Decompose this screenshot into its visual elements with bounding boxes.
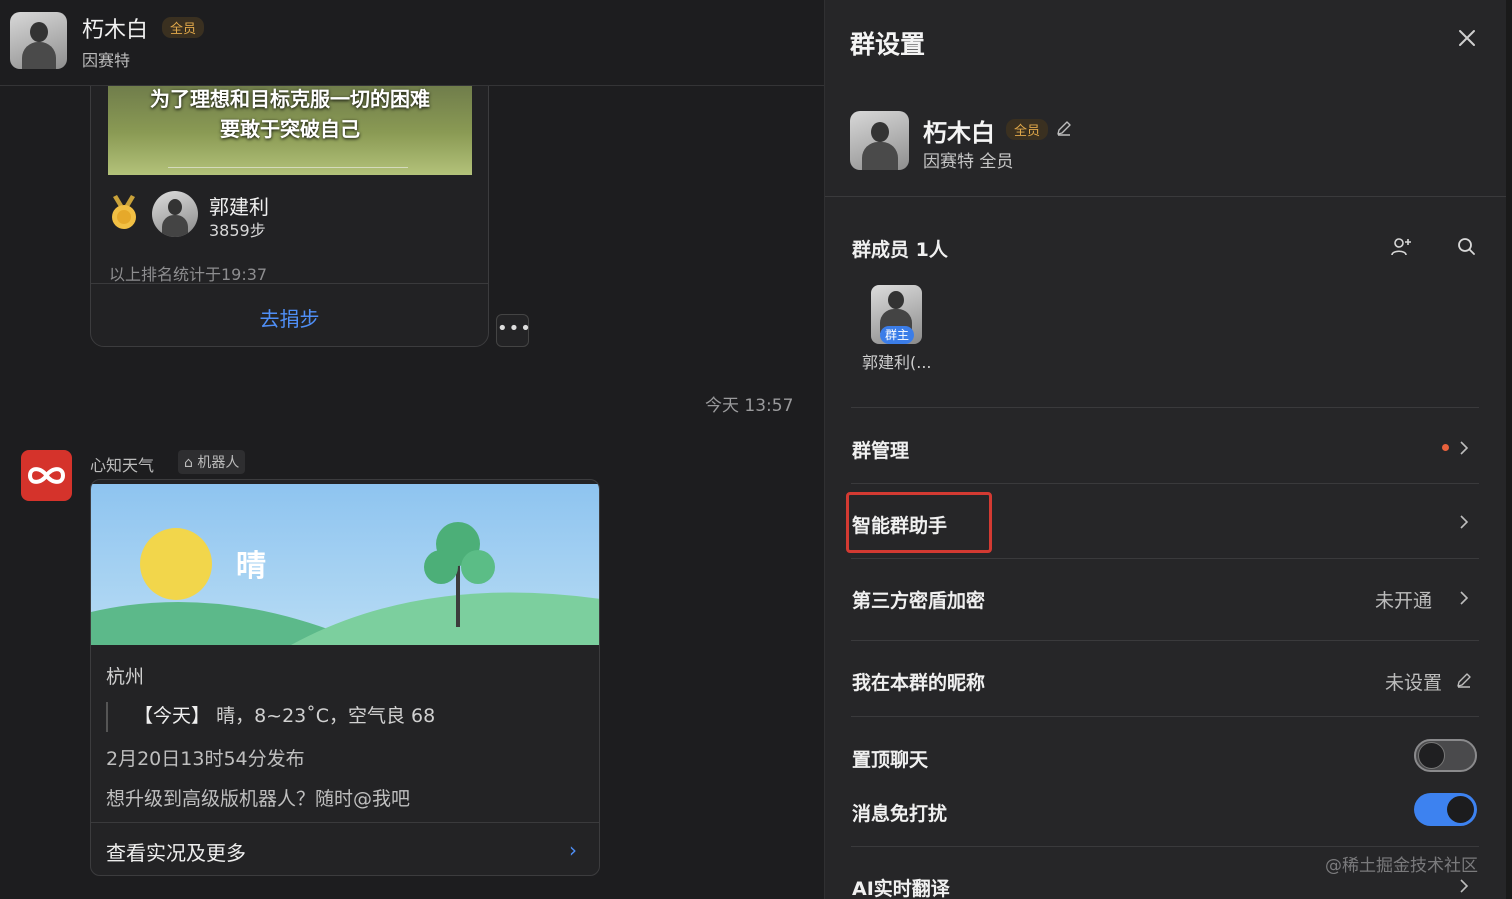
message-more-button[interactable]: ••• — [496, 314, 531, 347]
watermark: @稀土掘金技术社区 — [1325, 856, 1478, 876]
chat-subtitle: 因赛特 — [82, 51, 131, 70]
search-icon[interactable] — [1455, 235, 1477, 257]
group-manage-row[interactable]: 群管理 — [852, 436, 909, 463]
members-title: 群成员 1人 — [852, 239, 948, 261]
group-settings-panel: 群设置 朽木白 全员 因赛特 全员 群成员 1人 群主 郭建利(... 群管理 — [824, 0, 1506, 899]
app-window: 为了理想和目标克服一切的困难 要敢于突破自己 郭建利 3859步 以上排名统计于… — [0, 0, 1512, 899]
ranking-user-name: 郭建利 — [209, 195, 269, 219]
message-timestamp: 今天 13:57 — [705, 396, 794, 416]
weather-upgrade-tip: 想升级到高级版机器人？随时@我吧 — [106, 788, 411, 810]
chat-avatar[interactable] — [10, 12, 67, 69]
group-name: 朽木白 — [923, 119, 995, 147]
panel-title: 群设置 — [850, 30, 926, 59]
all-members-badge: 全员 — [162, 17, 205, 38]
weather-today: 【今天】 晴，8~23˚C，空气良 68 — [106, 702, 435, 732]
close-icon[interactable] — [1455, 26, 1479, 50]
owner-tag: 群主 — [880, 326, 914, 344]
notification-dot — [1442, 444, 1449, 451]
scrollbar[interactable] — [1506, 0, 1512, 899]
group-subtitle: 因赛特 全员 — [923, 152, 1014, 172]
card-divider — [91, 283, 488, 284]
nickname-value: 未设置 — [1385, 672, 1443, 694]
banner-line2: 要敢于突破自己 — [220, 117, 360, 141]
chevron-right-icon[interactable] — [1458, 878, 1470, 894]
group-badge: 全员 — [1006, 119, 1049, 140]
infinity-logo-icon — [27, 467, 66, 484]
chevron-right-icon[interactable]: › — [569, 838, 577, 862]
mute-row: 消息免打扰 — [852, 803, 948, 825]
chat-title: 朽木白 — [82, 18, 149, 43]
ranking-banner-image: 为了理想和目标克服一切的困难 要敢于突破自己 — [108, 81, 472, 175]
ranking-user-steps: 3859步 — [209, 221, 266, 240]
bot-tag: ⌂ 机器人 — [178, 450, 246, 474]
step-ranking-card: 为了理想和目标克服一切的困难 要敢于突破自己 郭建利 3859步 以上排名统计于… — [90, 60, 489, 347]
today-forecast: 晴，8~23˚C，空气良 68 — [216, 705, 436, 727]
nickname-row[interactable]: 我在本群的昵称 — [852, 668, 985, 695]
weather-illustration: 晴 — [91, 484, 599, 645]
row-divider — [851, 483, 1479, 484]
chevron-right-icon[interactable] — [1458, 514, 1470, 530]
today-label: 【今天】 — [134, 705, 211, 727]
gold-medal-icon — [112, 195, 136, 229]
bot-tag-label: 机器人 — [197, 455, 240, 471]
section-divider — [825, 196, 1506, 197]
chat-area: 为了理想和目标克服一切的困难 要敢于突破自己 郭建利 3859步 以上排名统计于… — [0, 0, 824, 899]
robot-icon: ⌂ — [184, 455, 193, 471]
row-divider — [851, 407, 1479, 408]
bot-name: 心知天气 — [90, 456, 155, 475]
ranking-note: 以上排名统计于19:37 — [109, 265, 268, 284]
bot-avatar[interactable] — [21, 450, 72, 501]
group-avatar[interactable] — [850, 111, 909, 170]
ranking-user-avatar[interactable] — [152, 191, 198, 237]
banner-line1: 为了理想和目标克服一切的困难 — [150, 87, 430, 111]
weather-city: 杭州 — [106, 666, 145, 688]
row-divider — [851, 558, 1479, 559]
chat-header: 朽木白 全员 因赛特 — [0, 0, 824, 86]
donate-steps-button[interactable]: 去捐步 — [91, 303, 488, 332]
weather-condition-text: 晴 — [236, 549, 266, 584]
edit-icon[interactable] — [1055, 119, 1073, 137]
member-name: 郭建利(... — [862, 353, 932, 372]
weather-published-time: 2月20日13时54分发布 — [106, 748, 305, 770]
chevron-right-icon[interactable] — [1458, 590, 1470, 606]
chevron-right-icon[interactable] — [1458, 440, 1470, 456]
add-member-icon[interactable] — [1389, 235, 1413, 259]
encryption-status: 未开通 — [1375, 590, 1433, 612]
row-divider — [851, 640, 1479, 641]
banner-divider — [168, 167, 408, 168]
pin-chat-row: 置顶聊天 — [852, 749, 929, 771]
card-divider — [91, 822, 599, 823]
weather-card[interactable]: 晴 杭州 【今天】 晴，8~23˚C，空气良 68 2月20日13时54分发布 … — [90, 479, 600, 876]
row-divider — [851, 716, 1479, 717]
view-more-link[interactable]: 查看实况及更多 — [106, 837, 246, 866]
mute-toggle[interactable] — [1414, 793, 1477, 826]
row-divider — [851, 846, 1479, 847]
pin-chat-toggle[interactable] — [1414, 739, 1477, 772]
edit-icon[interactable] — [1455, 671, 1473, 689]
encryption-row[interactable]: 第三方密盾加密 — [852, 586, 985, 613]
ai-translate-row[interactable]: AI实时翻译 — [852, 874, 950, 899]
smart-assistant-row[interactable]: 智能群助手 — [852, 511, 947, 538]
